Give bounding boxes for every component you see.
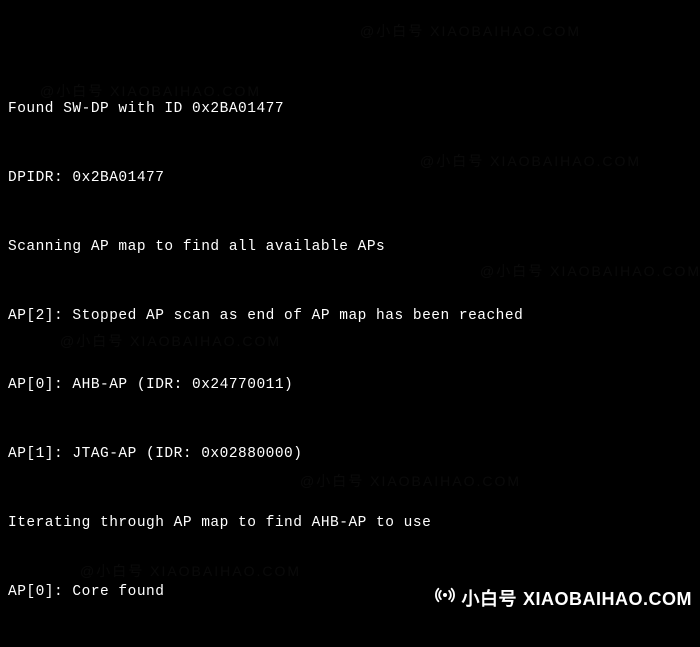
terminal-window[interactable]: @小白号 XIAOBAIHAO.COM @小白号 XIAOBAIHAO.COM … [0, 0, 700, 647]
terminal-line: Found SW-DP with ID 0x2BA01477 [8, 98, 692, 121]
watermark-text: @小白号 XIAOBAIHAO.COM [80, 560, 301, 583]
terminal-line: AP[2]: Stopped AP scan as end of AP map … [8, 305, 692, 328]
watermark-text: @小白号 XIAOBAIHAO.COM [480, 260, 700, 283]
watermark-text: @小白号 XIAOBAIHAO.COM [360, 20, 581, 43]
terminal-line: Iterating through AP map to find AHB-AP … [8, 512, 692, 535]
terminal-line: AP[0]: Core found [8, 581, 692, 604]
terminal-line: DPIDR: 0x2BA01477 [8, 167, 692, 190]
watermark-text: @小白号 XIAOBAIHAO.COM [300, 470, 521, 493]
terminal-line: AP[0]: AHB-AP (IDR: 0x24770011) [8, 374, 692, 397]
watermark-text: @小白号 XIAOBAIHAO.COM [60, 330, 281, 353]
terminal-line: Scanning AP map to find all available AP… [8, 236, 692, 259]
terminal-line: AP[1]: JTAG-AP (IDR: 0x02880000) [8, 443, 692, 466]
